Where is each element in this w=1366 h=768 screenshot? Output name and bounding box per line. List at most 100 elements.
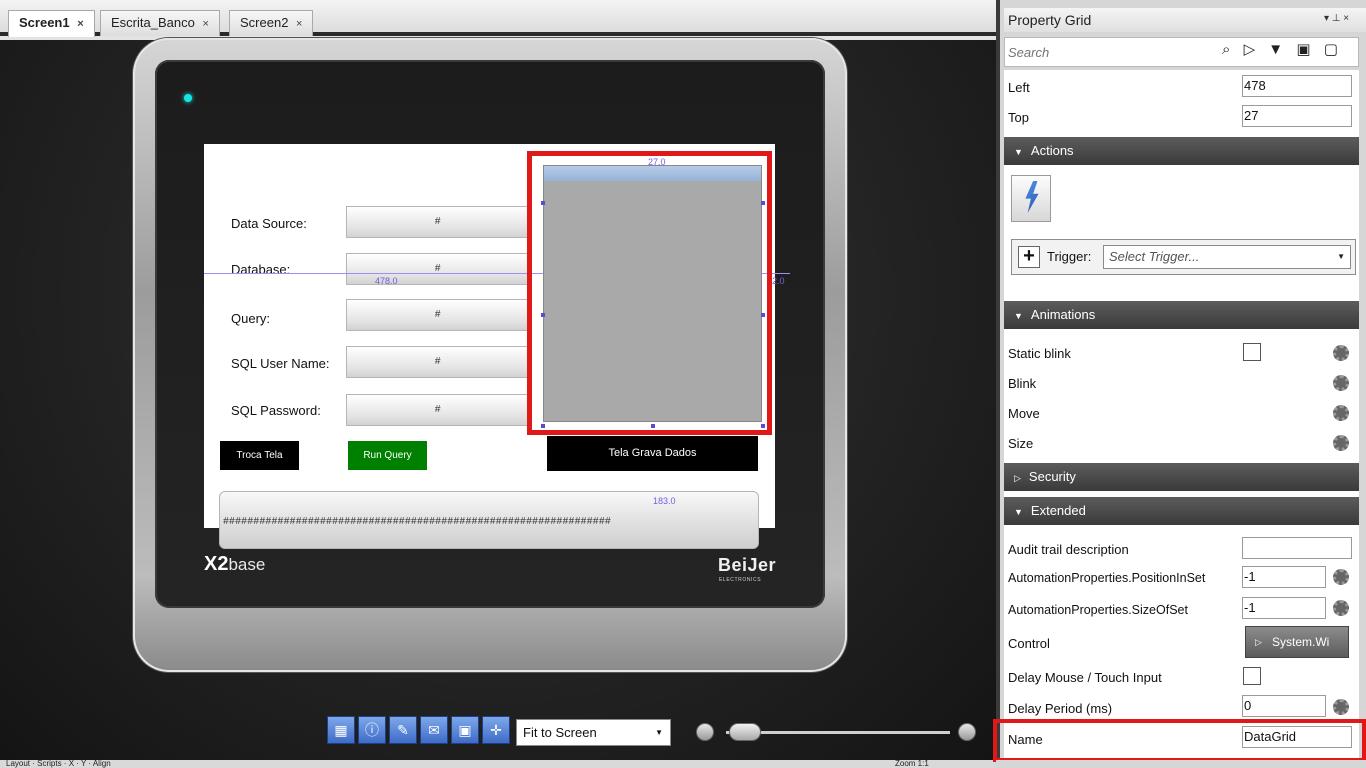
zoom-out-icon[interactable]	[696, 723, 714, 741]
tab-label: Screen1	[19, 15, 70, 30]
property-left-label: Left	[1008, 80, 1030, 95]
database-field[interactable]: #	[346, 253, 529, 285]
property-left-input[interactable]: 478	[1242, 75, 1352, 97]
size-of-set-input[interactable]: -1	[1242, 597, 1326, 619]
section-animations[interactable]: ▼ Animations	[1004, 301, 1359, 329]
close-icon[interactable]: ×	[296, 18, 302, 30]
size-label: Size	[1008, 436, 1034, 451]
action-lightning-icon[interactable]	[1011, 175, 1051, 222]
query-result-dimension: 183.0	[653, 496, 676, 506]
status-left-text: Layout · Scripts · X · Y · Align	[6, 760, 111, 768]
search-icon[interactable]: ⌕	[1222, 41, 1230, 58]
brand-base-text: base	[228, 555, 266, 574]
section-security[interactable]: ▷ Security	[1004, 463, 1359, 491]
zoom-in-icon[interactable]	[958, 723, 976, 741]
tab-label: Screen2	[240, 15, 289, 30]
info-icon[interactable]: ⓘ	[358, 716, 386, 744]
search-toolbar: ⌕ ▷ ▼ ▣ ▢	[1222, 40, 1347, 58]
panel-window-controls-icon[interactable]: ▾ ⊥ ×	[1324, 13, 1349, 24]
trigger-label: Trigger:	[1047, 249, 1092, 264]
gear-icon[interactable]	[1333, 435, 1349, 451]
power-led-icon	[184, 94, 192, 102]
database-label: Database:	[231, 262, 291, 277]
section-actions[interactable]: ▼ Actions	[1004, 137, 1359, 165]
expanded-arrow-icon: ▼	[1014, 311, 1023, 321]
sql-user-name-label: SQL User Name:	[231, 356, 330, 371]
property-top-label: Top	[1008, 110, 1029, 125]
control-value-button[interactable]: ▷ System.Wi	[1245, 626, 1349, 658]
query-field[interactable]: #	[346, 299, 529, 331]
query-result-value: ########################################…	[223, 516, 611, 527]
delay-mouse-checkbox[interactable]	[1243, 667, 1261, 685]
tab-screen1[interactable]: Screen1 ×	[8, 10, 95, 37]
brand-beijer-logo: BeiJer	[718, 555, 777, 575]
delay-period-input[interactable]: 0	[1242, 695, 1326, 717]
section-actions-label: Actions	[1030, 143, 1074, 158]
brand-x2-text: X2	[204, 553, 229, 575]
grid-icon[interactable]: ▦	[327, 716, 355, 744]
gear-icon[interactable]	[1333, 375, 1349, 391]
speech-icon[interactable]: ✉	[420, 716, 448, 744]
gear-icon[interactable]	[1333, 569, 1349, 585]
delay-mouse-label: Delay Mouse / Touch Input	[1008, 670, 1162, 685]
bottom-status-bar: Layout · Scripts · X · Y · Align Zoom 1:…	[0, 760, 996, 768]
zoom-slider-thumb[interactable]	[729, 723, 761, 741]
collapsed-arrow-icon: ▷	[1014, 473, 1021, 483]
static-blink-checkbox[interactable]	[1243, 343, 1261, 361]
tab-label: Escrita_Banco	[111, 15, 195, 30]
run-query-button[interactable]: Run Query	[348, 441, 427, 470]
expanded-arrow-icon: ▼	[1014, 147, 1023, 157]
property-grid-title: Property Grid	[1004, 8, 1366, 32]
play-icon: ▷	[1255, 637, 1262, 647]
zoom-fit-select[interactable]: Fit to Screen ▼	[516, 719, 671, 746]
troca-tela-button[interactable]: Troca Tela	[220, 441, 299, 470]
gear-icon[interactable]	[1333, 699, 1349, 715]
brand-beijer-subtitle: ELECTRONICS	[719, 577, 762, 583]
categorized-view-icon[interactable]: ▣	[1296, 41, 1310, 58]
tab-screen2[interactable]: Screen2 ×	[229, 10, 314, 36]
property-search-input[interactable]	[1008, 42, 1198, 62]
chevron-down-icon: ▼	[1337, 252, 1345, 261]
query-label: Query:	[231, 311, 271, 326]
property-top-input[interactable]: 27	[1242, 105, 1352, 127]
filter-dropdown-icon[interactable]: ▼	[1268, 41, 1283, 58]
close-icon[interactable]: ×	[77, 18, 83, 30]
audit-trail-input[interactable]	[1242, 537, 1352, 559]
window-icon[interactable]: ▣	[451, 716, 479, 744]
position-in-set-label: AutomationProperties.PositionInSet	[1008, 571, 1206, 585]
sql-user-name-field[interactable]: #	[346, 346, 529, 378]
move-label: Move	[1008, 406, 1040, 421]
gear-icon[interactable]	[1333, 600, 1349, 616]
tela-grava-dados-button[interactable]: Tela Grava Dados	[547, 436, 758, 471]
data-source-label: Data Source:	[231, 216, 307, 231]
audit-trail-label: Audit trail description	[1008, 542, 1129, 557]
tab-escrita-banco[interactable]: Escrita_Banco ×	[100, 10, 220, 36]
alphabetical-view-icon[interactable]: ▢	[1324, 41, 1338, 58]
expanded-arrow-icon: ▼	[1014, 507, 1023, 517]
section-animations-label: Animations	[1030, 307, 1096, 322]
static-blink-label: Static blink	[1008, 346, 1071, 361]
close-icon[interactable]: ×	[202, 18, 208, 30]
delay-period-label: Delay Period (ms)	[1008, 701, 1113, 716]
chevron-down-icon: ▼	[655, 728, 663, 737]
sql-password-label: SQL Password:	[231, 403, 321, 418]
position-in-set-input[interactable]: -1	[1242, 566, 1326, 588]
comment-icon[interactable]: ✎	[389, 716, 417, 744]
gear-icon[interactable]	[1333, 345, 1349, 361]
control-value-text: System.Wi	[1272, 635, 1330, 649]
add-trigger-button[interactable]: +	[1018, 246, 1040, 268]
section-extended-label: Extended	[1030, 503, 1086, 518]
guide-left-value: 478.0	[375, 276, 398, 286]
section-extended[interactable]: ▼ Extended	[1004, 497, 1359, 525]
trigger-select-placeholder: Select Trigger...	[1109, 249, 1200, 264]
trigger-select[interactable]: Select Trigger... ▼	[1103, 245, 1351, 269]
highlight-name-row	[993, 719, 1366, 762]
play-icon[interactable]: ▷	[1244, 41, 1256, 58]
gear-icon[interactable]	[1333, 405, 1349, 421]
align-center-icon[interactable]: ✛	[482, 716, 510, 744]
data-source-field[interactable]: #	[346, 206, 529, 238]
brand-x2-logo: X2base	[204, 553, 265, 576]
blink-label: Blink	[1008, 376, 1037, 391]
sql-password-field[interactable]: #	[346, 394, 529, 426]
status-right-text: Zoom 1:1	[895, 760, 929, 768]
